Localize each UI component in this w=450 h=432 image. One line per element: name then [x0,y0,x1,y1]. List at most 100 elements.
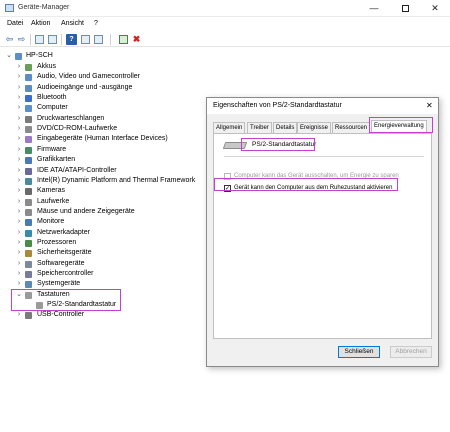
tab-ressourcen[interactable]: Ressourcen [332,122,371,133]
menu-help[interactable]: ? [94,20,98,27]
printer-icon [25,115,32,123]
tree-item-label: Firmware [37,145,67,153]
chevron-right-icon[interactable]: › [15,145,23,155]
minimize-button[interactable]: — [359,0,389,17]
chevron-right-icon[interactable]: › [15,72,23,82]
chip-icon [25,177,32,185]
chevron-right-icon[interactable]: › [15,259,23,269]
tree-item-label: Laufwerke [37,197,70,205]
toolbar-separator [30,34,31,45]
dialog-close-button[interactable]: ✕ [426,101,433,110]
update-driver-icon[interactable] [118,34,129,45]
cancel-button[interactable]: Abbrechen [390,346,432,358]
hid-icon [25,136,32,144]
chevron-right-icon[interactable]: › [15,166,23,176]
tree-item-label: Prozessoren [37,238,77,246]
forward-icon[interactable]: ⇨ [16,34,27,45]
display-adapter-icon [25,157,32,165]
security-icon [25,250,32,258]
chevron-right-icon[interactable]: › [15,134,23,144]
chevron-right-icon[interactable]: › [15,207,23,217]
highlight-device-name [241,138,315,151]
chevron-right-icon[interactable]: › [15,269,23,279]
chevron-right-icon[interactable]: › [15,279,23,289]
tab-treiber[interactable]: Treiber [247,122,272,133]
highlight-wake-option [214,178,398,191]
maximize-button[interactable] [390,0,420,17]
power-management-panel: PS/2-Standardtastatur Computer kann das … [213,133,432,339]
chip-icon [25,146,32,154]
uninstall-icon[interactable]: ✖ [131,34,142,45]
maximize-icon [401,5,409,12]
back-icon[interactable]: ⇦ [4,34,15,45]
tree-item-label: Netzwerkadapter [37,228,90,236]
tree-item-label: Audio, Video und Gamecontroller [37,73,140,81]
chevron-right-icon[interactable]: › [15,114,23,124]
chevron-right-icon[interactable]: › [15,310,23,320]
chevron-down-icon[interactable]: ⌄ [5,51,13,61]
computer-icon [25,105,32,113]
toolbar-separator [61,34,62,45]
tree-item-label: Systemgeräte [37,280,81,288]
controller-icon [25,167,32,175]
menu-aktion[interactable]: Aktion [31,20,50,27]
show-hide-console-tree-icon[interactable] [34,34,45,45]
tree-item-label: IDE ATA/ATAPI-Controller [37,166,117,174]
chevron-right-icon[interactable]: › [15,186,23,196]
tree-item-label: Sicherheitsgeräte [37,249,92,257]
tree-item-label: Computer [37,104,68,112]
chevron-right-icon[interactable]: › [15,103,23,113]
tree-item-label: DVD/CD-ROM-Laufwerke [37,125,118,133]
menu-datei[interactable]: Datei [7,20,23,27]
monitor-icon [25,219,32,227]
device-manager-icon [5,4,14,12]
software-icon [25,260,32,268]
toolbar-separator [110,34,111,45]
chevron-right-icon[interactable]: › [15,62,23,72]
camera-icon [25,188,32,196]
close-button[interactable]: ✕ [420,0,450,17]
usb-icon [25,312,32,320]
cpu-icon [25,239,32,247]
chevron-right-icon[interactable]: › [15,248,23,258]
tree-item-label: Kameras [37,187,66,195]
drive-icon [25,198,32,206]
tab-details[interactable]: Details [273,122,298,133]
battery-icon [25,64,32,71]
help-icon[interactable]: ? [66,34,77,45]
tab-allgemein[interactable]: Allgemein [213,122,246,133]
computer-icon [15,53,22,60]
tree-root-label: HP-SCH [26,52,53,59]
menu-ansicht[interactable]: Ansicht [61,20,84,27]
close-dialog-button[interactable]: Schließen [338,346,380,358]
tree-item-label: USB-Controller [37,311,85,319]
highlight-power-tab [369,117,433,133]
dialog-title: Eigenschaften von PS/2-Standardtastatur [213,102,342,109]
scan-icon[interactable] [80,34,91,45]
tree-item-label: Mäuse und andere Zeigegeräte [37,207,135,215]
chevron-right-icon[interactable]: › [15,155,23,165]
tree-item-label: Monitore [37,218,65,226]
dialog-titlebar: Eigenschaften von PS/2-Standardtastatur … [207,98,438,114]
chevron-right-icon[interactable]: › [15,197,23,207]
tree-item-label: Bluetooth [37,94,67,102]
tree-item-label: Intel(R) Dynamic Platform and Thermal Fr… [37,176,196,184]
chevron-right-icon[interactable]: › [15,238,23,248]
storage-icon [25,271,32,278]
chevron-right-icon[interactable]: › [15,217,23,227]
chevron-right-icon[interactable]: › [15,83,23,93]
speaker-icon [25,84,32,92]
bluetooth-icon [25,95,32,103]
properties-icon[interactable] [47,34,58,45]
menu-bar: Datei Aktion Ansicht ? [0,18,450,31]
window-titlebar: Geräte-Manager — ✕ [0,0,450,17]
chevron-right-icon[interactable]: › [15,228,23,238]
divider [224,156,424,157]
monitor-icon[interactable] [93,34,104,45]
tree-item-label: Softwaregeräte [37,259,85,267]
tab-ereignisse[interactable]: Ereignisse [297,122,332,133]
chevron-right-icon[interactable]: › [15,124,23,134]
tree-item-label: Grafikkarten [37,156,76,164]
chevron-right-icon[interactable]: › [15,176,23,186]
chevron-right-icon[interactable]: › [15,93,23,103]
